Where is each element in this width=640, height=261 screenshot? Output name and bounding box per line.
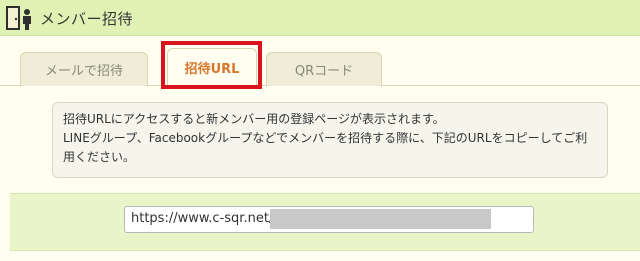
- info-line-1: 招待URLにアクセスすると新メンバー用の登録ページが表示されます。: [63, 112, 445, 126]
- info-message-box: 招待URLにアクセスすると新メンバー用の登録ページが表示されます。 LINEグル…: [52, 102, 608, 178]
- page-header: メンバー招待: [0, 0, 640, 36]
- tab-qr-code[interactable]: QRコード: [266, 52, 382, 86]
- door-person-icon: [6, 6, 31, 30]
- page-title: メンバー招待: [40, 10, 134, 28]
- tab-invite-url[interactable]: 招待URL: [167, 48, 257, 86]
- invite-url-text: https://www.c-sqr.net/?: [131, 211, 281, 226]
- redacted-url-part: [270, 209, 491, 229]
- info-line-3: 用ください。: [63, 150, 136, 164]
- tab-email-invite[interactable]: メールで招待: [20, 52, 148, 86]
- info-line-2: LINEグループ、Facebookグループなどでメンバーを招待する際に、下記のU…: [63, 131, 588, 145]
